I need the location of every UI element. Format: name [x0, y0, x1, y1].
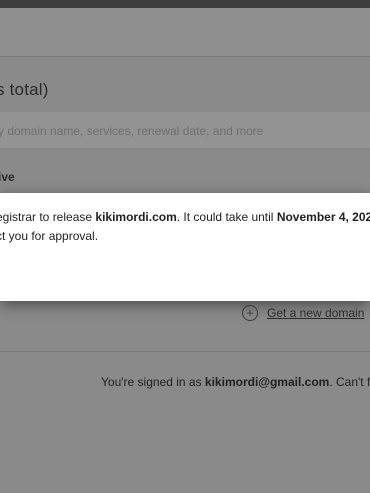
- signed-in-notice: You're signed in as kikimordi@gmail.com.…: [101, 375, 370, 389]
- domain-count-title: s total): [0, 80, 49, 99]
- dialog-domain: kikimordi.com: [95, 210, 177, 224]
- dialog-message-line-1: egistrar to release kikimordi.com. It co…: [0, 210, 370, 224]
- section-divider: [0, 351, 370, 352]
- dialog-text-mid: . It could take until: [176, 210, 277, 224]
- search-placeholder: y domain name, services, renewal date, a…: [0, 124, 264, 138]
- plus-circle-icon: +: [242, 305, 258, 321]
- dialog-date: November 4, 202: [276, 210, 370, 224]
- get-new-domain-label[interactable]: Get a new domain: [267, 306, 364, 320]
- top-bar: [0, 0, 370, 8]
- signed-in-email: kikimordi@gmail.com: [204, 375, 330, 389]
- signed-in-suffix: . Can't fir: [329, 375, 370, 389]
- filter-active-label[interactable]: tive: [0, 170, 15, 184]
- signed-in-prefix: You're signed in as: [101, 375, 205, 389]
- get-new-domain-button[interactable]: + Get a new domain: [242, 304, 364, 322]
- header-band: [0, 8, 370, 57]
- dialog-message-line-2: ct you for approval.: [0, 229, 99, 243]
- dialog-text-prefix: egistrar to release: [0, 210, 96, 224]
